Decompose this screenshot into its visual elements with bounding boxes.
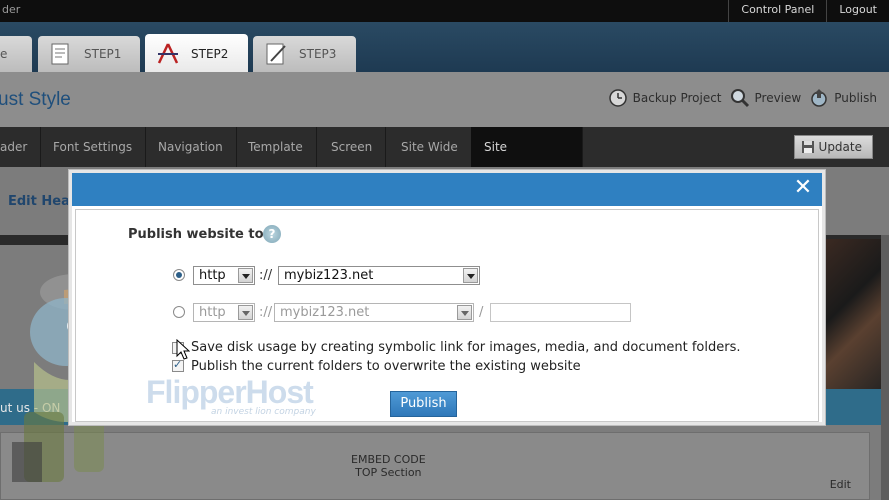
tab-step1[interactable]: STEP1 [38,36,140,72]
nav-font-settings[interactable]: Font Settings [40,127,147,167]
tab-step3[interactable]: STEP3 [253,36,356,72]
app-title: der [2,3,21,16]
domain-select-1[interactable]: mybiz123.net [278,266,480,285]
mouse-cursor-icon [176,339,190,360]
close-icon[interactable]: ✕ [792,177,814,199]
control-panel-link[interactable]: Control Panel [728,0,826,22]
tab-step1-label: STEP1 [84,47,122,61]
design-tools-icon [157,43,179,64]
save-disk-icon [801,141,814,153]
edit-page-icon [266,43,286,65]
publish-action-label: Publish [834,91,877,105]
path-input[interactable] [490,303,631,322]
page-title: ust Style [0,89,71,110]
chevron-down-icon [238,305,253,320]
backup-project-label: Backup Project [632,91,722,105]
path-separator: / [479,305,484,320]
update-label: Update [818,140,862,154]
step-tab-bar: e STEP1 STEP2 STEP3 [0,22,889,74]
nav-template[interactable]: Template [235,127,317,167]
overwrite-option-label: Publish the current folders to overwrite… [191,359,581,374]
nav-header[interactable]: ader [0,127,42,167]
protocol-select-2-value: http [199,305,226,320]
backup-clock-icon [608,89,627,107]
embed-code-line1: EMBED CODE [351,453,426,466]
page-title-bar: ust Style Backup Project Preview Publish [0,72,889,127]
protocol-separator-2: :// [259,305,273,320]
backup-project-button[interactable]: Backup Project [608,88,722,108]
tab-home-label: e [0,47,8,61]
document-icon [51,43,69,65]
domain-select-1-value: mybiz123.net [284,268,374,283]
domain-select-2[interactable]: mybiz123.net [274,303,474,322]
settings-nav-bar: ader Font Settings Navigation Template S… [0,127,889,194]
protocol-select-1[interactable]: http [193,266,255,285]
help-icon[interactable]: ? [263,225,281,243]
chevron-down-icon [238,268,253,283]
tab-step3-label: STEP3 [299,47,337,61]
embed-edit-link[interactable]: Edit [830,478,851,491]
domain-radio-1[interactable] [173,269,185,281]
dialog-header: ✕ [72,173,822,206]
symlink-option-label: Save disk usage by creating symbolic lin… [191,340,741,355]
embed-code-label: EMBED CODE TOP Section [351,453,426,479]
watermark-tagline: an invest lion company [211,407,316,417]
magnifier-icon [730,89,749,108]
nav-screen[interactable]: Screen [318,127,387,167]
publish-dialog: ✕ Publish website to : ? http :// mybiz1… [69,170,825,425]
domain-radio-2[interactable] [173,306,185,318]
content-scrollbar[interactable] [881,235,889,500]
tab-step2[interactable]: STEP2 [145,34,248,74]
overwrite-checkbox[interactable] [172,358,184,372]
dialog-body: Publish website to : ? http :// mybiz123… [75,209,819,422]
protocol-select-1-value: http [199,268,226,283]
preview-button[interactable]: Preview [730,88,802,108]
top-links: Control Panel Logout [728,0,889,22]
embed-code-line2: TOP Section [355,466,422,479]
nav-site-wide[interactable]: Site Wide [388,127,472,167]
publish-website-to-label: Publish website to : [128,227,274,242]
preview-label: Preview [754,91,802,105]
top-bar: der Control Panel Logout [0,0,889,22]
chevron-down-icon [463,268,478,283]
protocol-separator-1: :// [259,268,273,283]
tab-step2-label: STEP2 [191,47,229,61]
nav-site-properties[interactable]: Site Properties [471,127,583,194]
chevron-down-icon [457,305,472,320]
page-actions: Backup Project Preview Publish [600,88,877,108]
logout-link[interactable]: Logout [826,0,889,22]
publish-globe-icon [811,89,827,107]
domain-select-2-value: mybiz123.net [280,305,370,320]
nav-navigation[interactable]: Navigation [145,127,237,167]
tab-home[interactable]: e [0,36,32,72]
update-button[interactable]: Update [793,135,873,159]
flipperhost-watermark-logo: FlipperHost [146,374,314,410]
publish-button[interactable]: Publish [390,391,457,417]
publish-action-button[interactable]: Publish [809,88,877,108]
header-photo [823,239,889,391]
protocol-select-2[interactable]: http [193,303,255,322]
